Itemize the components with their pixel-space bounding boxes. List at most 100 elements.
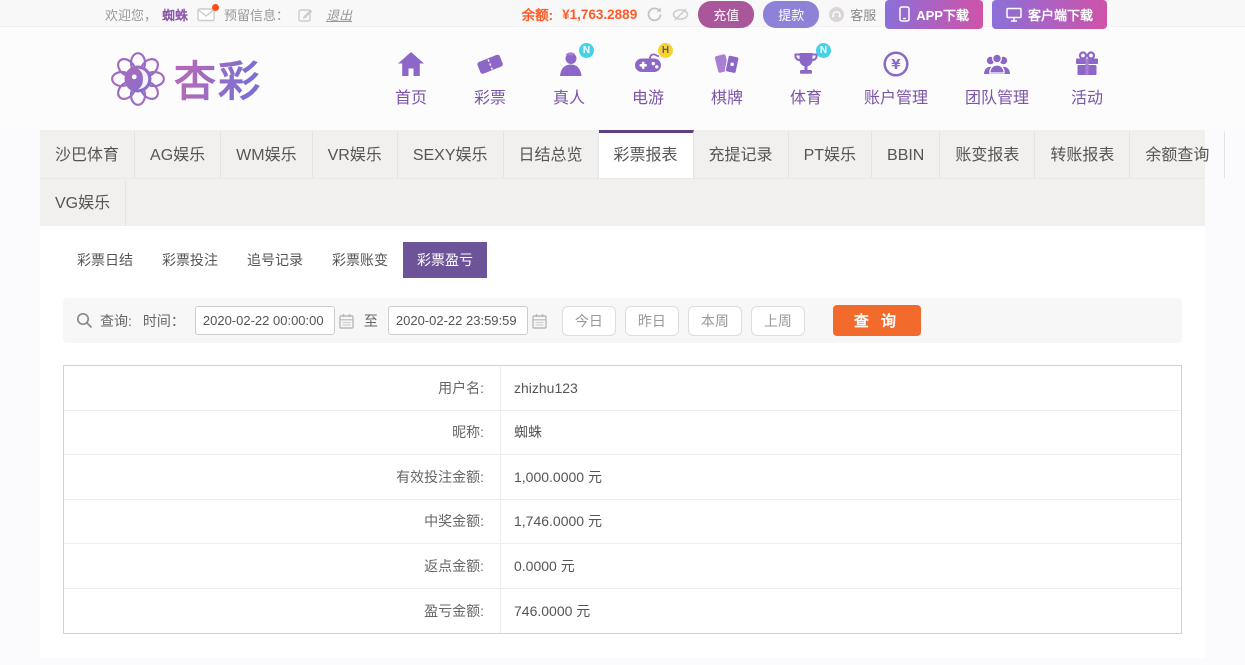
withdraw-button[interactable]: 提款	[763, 0, 820, 28]
table-row: 用户名: zhizhu123	[64, 366, 1181, 411]
nav-item-label: 电游	[631, 90, 664, 107]
recharge-button[interactable]: 充值	[698, 0, 755, 28]
gamepad-icon: H	[633, 43, 673, 79]
hide-balance-icon[interactable]	[672, 7, 689, 22]
calendar-icon-end[interactable]	[532, 313, 547, 329]
end-time-input[interactable]	[387, 306, 528, 335]
gift-icon	[1072, 49, 1102, 79]
tab[interactable]: 账变报表	[940, 130, 1036, 178]
tab[interactable]: 余额查询	[1130, 130, 1226, 178]
cards-icon	[712, 49, 742, 79]
nav-item[interactable]: N 真人	[548, 43, 594, 108]
row-label: 用户名:	[64, 366, 501, 410]
reserved-info-label: 预留信息：	[224, 7, 290, 23]
site-logo[interactable]: 杏彩	[110, 48, 328, 109]
app-download-button[interactable]: APP下载	[885, 0, 983, 29]
coin-icon: ¥	[881, 49, 911, 79]
nav-item-label: 首页	[394, 90, 427, 107]
quick-range-button[interactable]: 本周	[687, 305, 742, 336]
tab[interactable]: VR娱乐	[313, 130, 398, 178]
time-label: 时间：	[142, 312, 185, 329]
nav-item-label: 真人	[552, 90, 585, 107]
quick-range-button[interactable]: 上周	[750, 305, 805, 336]
row-value: 1,746.0000 元	[514, 513, 602, 530]
tab[interactable]: BBIN	[872, 130, 941, 178]
app-download-label: APP下载	[916, 7, 969, 23]
nav-item[interactable]: 团队管理	[965, 49, 1029, 108]
badge-h: H	[658, 43, 673, 58]
username: 蜘蛛	[162, 7, 189, 23]
balance-label: 余额:	[521, 8, 554, 23]
nav-item[interactable]: H 电游	[627, 43, 673, 108]
client-download-button[interactable]: 客户端下载	[991, 0, 1107, 29]
nav-item-label: 账户管理	[864, 90, 929, 107]
row-value: zhizhu123	[514, 379, 578, 396]
tab-row-2: VG娱乐	[40, 179, 1205, 226]
client-download-label: 客户端下载	[1027, 7, 1093, 23]
quick-range-button[interactable]: 昨日	[624, 305, 679, 336]
table-row: 中奖金额: 1,746.0000 元	[64, 499, 1181, 544]
main-panel: 沙巴体育 AG娱乐 WM娱乐 VR娱乐 SEXY娱乐 日结总览 彩票报表 充提记录 PT娱乐 BB…	[40, 130, 1226, 658]
panel-body: 彩票日结彩票投注追号记录彩票账变彩票盈亏 查询: 时间： 至 今日昨日本周上周 …	[40, 226, 1205, 658]
subtab[interactable]: 彩票盈亏	[403, 242, 487, 278]
edit-icon[interactable]	[298, 7, 313, 22]
row-value: 蜘蛛	[514, 424, 542, 441]
svg-text:¥: ¥	[891, 57, 901, 73]
topbar-right: 余额: ¥1,763.2889 充值 提款 客服 APP下载 客户端下载	[522, 0, 1107, 29]
tab[interactable]: 日结总览	[504, 130, 599, 178]
badge-n: N	[579, 43, 594, 58]
calendar-icon-start[interactable]	[339, 313, 354, 329]
tab[interactable]: 转账报表	[1035, 130, 1131, 178]
query-label: 查询:	[100, 312, 132, 329]
subtab[interactable]: 彩票日结	[63, 242, 147, 278]
nav-item-label: 活动	[1071, 90, 1104, 107]
table-row: 盈亏金额: 746.0000 元	[64, 588, 1181, 633]
refresh-icon[interactable]	[646, 6, 663, 23]
query-bar: 查询: 时间： 至 今日昨日本周上周 查 询	[63, 298, 1182, 343]
nav-item-label: 体育	[789, 90, 822, 107]
nav-item[interactable]: 活动	[1066, 49, 1108, 108]
row-label: 有效投注金额:	[64, 455, 501, 499]
logout-link[interactable]: 退出	[326, 5, 352, 24]
tab[interactable]: 沙巴体育	[40, 130, 136, 178]
phone-icon	[899, 6, 910, 22]
row-label: 盈亏金额:	[64, 588, 501, 633]
nav-item[interactable]: 彩票	[469, 49, 511, 108]
tab[interactable]: AG娱乐	[135, 130, 222, 178]
table-row: 返点金额: 0.0000 元	[64, 544, 1181, 589]
trophy-icon: N	[791, 43, 831, 79]
row-value: 1,000.0000 元	[514, 468, 602, 485]
search-icon	[76, 312, 93, 329]
badge-n: N	[816, 43, 831, 58]
tab[interactable]: WM娱乐	[221, 130, 313, 178]
table-row: 昵称: 蜘蛛	[64, 410, 1181, 455]
topbar: 欢迎您， 蜘蛛 预留信息： 退出 余额: ¥1,763.2889 充值 提款 客…	[0, 0, 1245, 29]
tab[interactable]: PT娱乐	[789, 130, 873, 178]
row-value: 746.0000 元	[514, 602, 591, 619]
notification-dot	[212, 3, 220, 11]
nav-item-label: 棋牌	[710, 90, 743, 107]
quick-range-button[interactable]: 今日	[561, 305, 616, 336]
tab[interactable]: 彩票报表	[598, 130, 694, 178]
monitor-icon	[1006, 7, 1022, 22]
nav-item[interactable]: ¥ 账户管理	[864, 49, 928, 108]
to-label: 至	[363, 312, 378, 329]
row-label: 中奖金额:	[64, 499, 501, 543]
nav-item-label: 彩票	[473, 90, 506, 107]
headset-icon	[829, 6, 845, 22]
start-time-input[interactable]	[194, 306, 335, 335]
tab[interactable]: VG娱乐	[40, 179, 127, 226]
tab[interactable]: 充提记录	[694, 130, 789, 178]
customer-service[interactable]: 客服	[828, 5, 876, 24]
live-person-icon: N	[554, 43, 594, 79]
query-submit-button[interactable]: 查 询	[832, 305, 922, 336]
subtab[interactable]: 追号记录	[233, 242, 317, 278]
subtab[interactable]: 彩票账变	[318, 242, 402, 278]
tab[interactable]: SEXY娱乐	[398, 130, 504, 178]
logo-text: 杏彩	[174, 48, 262, 109]
nav-item[interactable]: 首页	[390, 49, 432, 108]
nav-item[interactable]: N 体育	[785, 43, 831, 108]
subtab[interactable]: 彩票投注	[148, 242, 232, 278]
nav-item[interactable]: 棋牌	[706, 49, 748, 108]
mail-icon[interactable]	[197, 3, 220, 22]
